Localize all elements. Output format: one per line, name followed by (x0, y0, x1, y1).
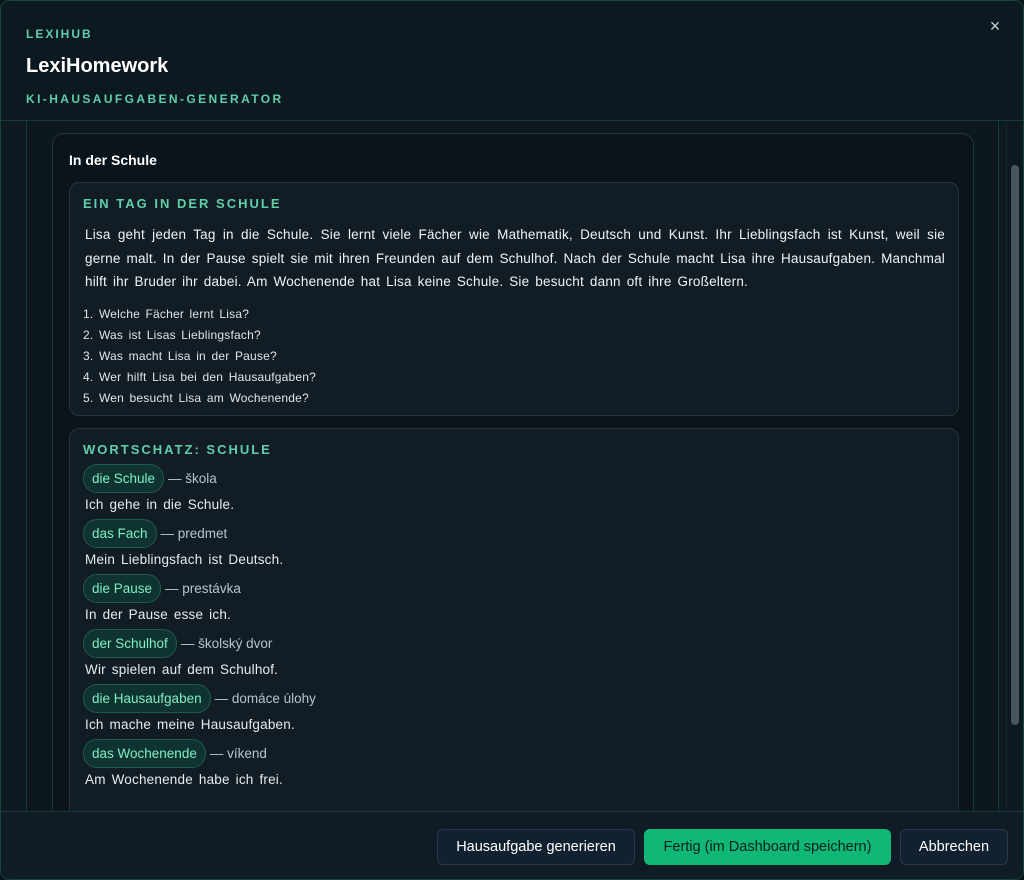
vocab-translation: — škola (168, 470, 217, 486)
modal-body[interactable]: In der Schule EIN TAG IN DER SCHULE Lisa… (1, 121, 1023, 811)
reading-passage: Lisa geht jeden Tag in die Schule. Sie l… (85, 227, 945, 289)
vocab-term-pill: das Fach (83, 518, 157, 548)
vocab-example: Wir spielen auf dem Schulhof. (85, 662, 279, 677)
question-list: 1. Welche Fächer lernt Lisa? 2. Was ist … (83, 304, 945, 409)
vocab-term-pill: die Hausaufgaben (83, 683, 211, 713)
vocab-term-pill: das Wochenende (83, 738, 206, 768)
question-item: 1. Welche Fächer lernt Lisa? (83, 306, 250, 321)
scrollbar-thumb[interactable] (1011, 165, 1019, 725)
modal-title: LexiHomework (26, 55, 169, 77)
close-icon[interactable]: × (985, 16, 1005, 36)
vocab-translation: — predmet (160, 525, 228, 541)
reading-heading: EIN TAG IN DER SCHULE (83, 196, 282, 211)
modal-footer: Hausaufgabe generieren Fertig (im Dashbo… (1, 811, 1023, 879)
vocab-list: die Schule — škola Ich gehe in die Schule… (83, 463, 945, 787)
vocab-term-pill: die Pause (83, 573, 162, 603)
reading-section: EIN TAG IN DER SCHULE Lisa geht jeden Ta… (69, 182, 959, 416)
vocab-heading: WORTSCHATZ: SCHULE (83, 442, 272, 457)
homework-card: In der Schule EIN TAG IN DER SCHULE Lisa… (52, 133, 974, 811)
vocab-item: das Wochenende — víkend Am Wochenende hab… (83, 738, 945, 787)
vocab-section: WORTSCHATZ: SCHULE die Schule — škola Ich… (69, 428, 959, 811)
vocab-item: die Hausaufgaben — domáce úlohy Ich mache… (83, 683, 945, 732)
vocab-translation: — školský dvor (180, 635, 273, 651)
vocab-translation: — víkend (209, 745, 267, 761)
question-item: 3. Was macht Lisa in der Pause? (83, 348, 277, 363)
vocab-example: Ich gehe in die Schule. (85, 497, 235, 512)
vocab-example: Mein Lieblingsfach ist Deutsch. (85, 552, 284, 567)
vocab-term-pill: die Schule (83, 463, 165, 493)
modal-header: LEXIHUB LexiHomework KI-HAUSAUFGABEN-GEN… (1, 1, 1023, 121)
content-panel: In der Schule EIN TAG IN DER SCHULE Lisa… (26, 121, 999, 811)
cancel-button[interactable]: Abbrechen (900, 829, 1008, 865)
homework-modal: LEXIHUB LexiHomework KI-HAUSAUFGABEN-GEN… (0, 0, 1024, 880)
vocab-item: der Schulhof — školský dvor Wir spielen a… (83, 628, 945, 677)
vocab-item: die Pause — prestávka In der Pause esse i… (83, 573, 945, 622)
question-item: 4. Wer hilft Lisa bei den Hausaufgaben? (83, 369, 317, 384)
brand-label: LEXIHUB (26, 27, 93, 41)
vocab-example: Am Wochenende habe ich frei. (85, 772, 283, 787)
card-title: In der Schule (69, 152, 157, 168)
vocab-translation: — domáce úlohy (214, 690, 316, 706)
vocab-example: Ich mache meine Hausaufgaben. (85, 717, 295, 732)
question-item: 5. Wen besucht Lisa am Wochenende? (83, 390, 309, 405)
vocab-example: In der Pause esse ich. (85, 607, 231, 622)
vocab-term-pill: der Schulhof (83, 628, 177, 658)
modal-subtitle: KI-HAUSAUFGABEN-GENERATOR (26, 92, 284, 106)
done-save-button[interactable]: Fertig (im Dashboard speichern) (644, 829, 891, 865)
generate-homework-button[interactable]: Hausaufgabe generieren (437, 829, 635, 865)
vocab-item: das Fach — predmet Mein Lieblingsfach ist… (83, 518, 945, 567)
vocab-item: die Schule — škola Ich gehe in die Schule… (83, 463, 945, 512)
vocab-translation: — prestávka (165, 580, 241, 596)
question-item: 2. Was ist Lisas Lieblingsfach? (83, 327, 261, 342)
